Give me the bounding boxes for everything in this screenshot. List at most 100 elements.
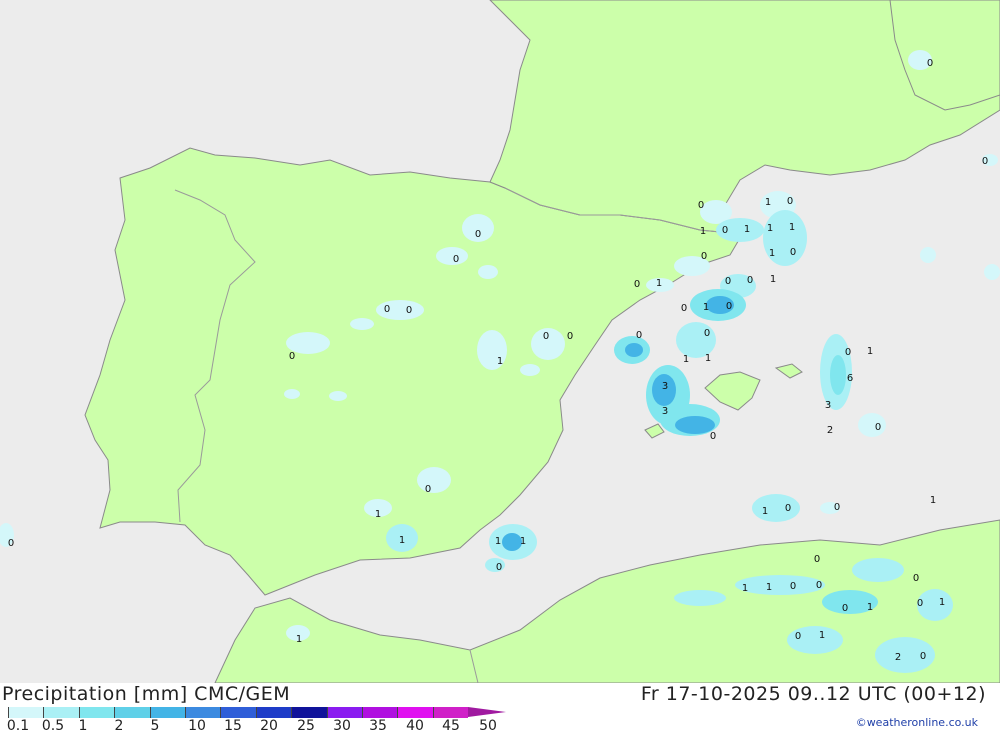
map-value: 0 bbox=[453, 254, 459, 265]
legend-label: 15 bbox=[224, 718, 242, 734]
map-value: 0 bbox=[795, 631, 801, 642]
map-value: 1 bbox=[399, 535, 405, 546]
map-value: 3 bbox=[662, 406, 668, 417]
legend-label: 20 bbox=[260, 718, 278, 734]
legend-labels: 0.1 0.5 1 2 5 10 15 20 25 30 35 40 45 50 bbox=[0, 718, 560, 734]
map-value: 1 bbox=[867, 346, 873, 357]
map-value: 0 bbox=[814, 554, 820, 565]
map-value: 1 bbox=[762, 506, 768, 517]
map-value: 3 bbox=[662, 381, 668, 392]
legend-label: 1 bbox=[78, 718, 88, 734]
legend-label: 30 bbox=[333, 718, 351, 734]
legend-swatch bbox=[8, 707, 44, 718]
map-value: 0 bbox=[726, 301, 732, 312]
map-value: 1 bbox=[819, 630, 825, 641]
legend-label: 0.5 bbox=[41, 718, 65, 734]
map-value: 0 bbox=[982, 156, 988, 167]
map-value: 0 bbox=[698, 200, 704, 211]
legend-swatch bbox=[397, 707, 433, 718]
map-value: 0 bbox=[725, 276, 731, 287]
map-value: 0 bbox=[845, 347, 851, 358]
map-value: 2 bbox=[827, 425, 833, 436]
map-value: 0 bbox=[790, 247, 796, 258]
map-value: 1 bbox=[742, 583, 748, 594]
map-value: 0 bbox=[834, 502, 840, 513]
legend-swatch bbox=[220, 707, 256, 718]
map-value: 1 bbox=[765, 197, 771, 208]
legend-swatch bbox=[291, 707, 327, 718]
legend-swatch bbox=[326, 707, 362, 718]
map-value: 1 bbox=[767, 223, 773, 234]
map-value: 0 bbox=[816, 580, 822, 591]
map-value: 1 bbox=[705, 353, 711, 364]
map-value: 0 bbox=[406, 305, 412, 316]
legend-label: 45 bbox=[442, 718, 460, 734]
map-value: 1 bbox=[656, 278, 662, 289]
map-value: 0 bbox=[567, 331, 573, 342]
map-value: 0 bbox=[425, 484, 431, 495]
map-value: 0 bbox=[704, 328, 710, 339]
legend-label: 35 bbox=[369, 718, 387, 734]
map-value: 1 bbox=[497, 356, 503, 367]
legend-label: 2 bbox=[114, 718, 124, 734]
legend-swatch bbox=[432, 707, 469, 718]
map-value: 0 bbox=[681, 303, 687, 314]
map-value: 0 bbox=[842, 603, 848, 614]
map-value: 0 bbox=[875, 422, 881, 433]
map-value: 0 bbox=[787, 196, 793, 207]
map-value: 1 bbox=[789, 222, 795, 233]
map-value: 0 bbox=[722, 225, 728, 236]
legend-label: 40 bbox=[406, 718, 424, 734]
map-value: 0 bbox=[475, 229, 481, 240]
map-value: 0 bbox=[913, 573, 919, 584]
legend-swatch bbox=[361, 707, 398, 718]
color-legend-bar bbox=[8, 707, 507, 718]
map-value: 1 bbox=[867, 602, 873, 613]
map-value: 0 bbox=[747, 275, 753, 286]
map-value: 1 bbox=[700, 226, 706, 237]
map-value: 1 bbox=[939, 597, 945, 608]
legend-swatch bbox=[255, 707, 292, 718]
map-value: 0 bbox=[701, 251, 707, 262]
map-value: 2 bbox=[895, 652, 901, 663]
map-value: 1 bbox=[495, 536, 501, 547]
legend-swatch bbox=[114, 707, 150, 718]
map-value: 0 bbox=[785, 503, 791, 514]
map-value: 1 bbox=[770, 274, 776, 285]
map-value: 0 bbox=[920, 651, 926, 662]
map-value: 1 bbox=[296, 634, 302, 645]
credit-link[interactable]: ©weatheronline.co.uk bbox=[856, 716, 978, 729]
map-value: 0 bbox=[636, 330, 642, 341]
map-value: 1 bbox=[930, 495, 936, 506]
map-value: 0 bbox=[710, 431, 716, 442]
map-value: 1 bbox=[375, 509, 381, 520]
map-value: 3 bbox=[825, 400, 831, 411]
legend-swatch bbox=[149, 707, 185, 718]
map-value: 0 bbox=[543, 331, 549, 342]
footer-legend-area: Precipitation [mm] CMC/GEM Fr 17-10-2025… bbox=[0, 683, 1000, 734]
map-value: 1 bbox=[703, 302, 709, 313]
legend-label: 5 bbox=[150, 718, 160, 734]
map-value: 0 bbox=[8, 538, 14, 549]
map-title: Precipitation [mm] CMC/GEM bbox=[2, 683, 291, 705]
map-value: 0 bbox=[289, 351, 295, 362]
map-value: 0 bbox=[917, 598, 923, 609]
map-value: 0 bbox=[790, 581, 796, 592]
map-value: 1 bbox=[683, 354, 689, 365]
map-value: 0 bbox=[496, 562, 502, 573]
map-value: 0 bbox=[927, 58, 933, 69]
map-value: 6 bbox=[847, 373, 853, 384]
map-value: 0 bbox=[634, 279, 640, 290]
legend-arrow-tip bbox=[468, 707, 507, 717]
precipitation-map: 0 0 0 0 0 0 1 0 0 0 1 1 1 1 0 0 0 1 0 1 … bbox=[0, 0, 1000, 684]
legend-label: 50 bbox=[479, 718, 497, 734]
legend-label: 10 bbox=[188, 718, 206, 734]
legend-label: 25 bbox=[297, 718, 315, 734]
map-value: 1 bbox=[744, 224, 750, 235]
map-value: 1 bbox=[766, 582, 772, 593]
map-value: 1 bbox=[520, 536, 526, 547]
legend-swatch bbox=[184, 707, 221, 718]
map-value: 1 bbox=[769, 248, 775, 259]
map-value: 0 bbox=[384, 304, 390, 315]
legend-swatch bbox=[78, 707, 115, 718]
